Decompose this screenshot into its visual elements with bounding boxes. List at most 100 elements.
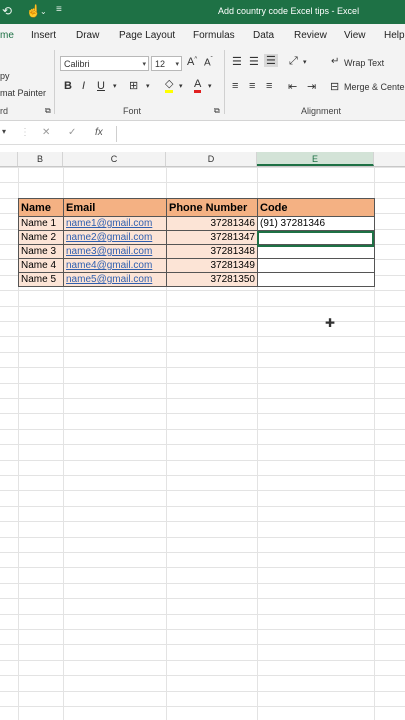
align-center-icon[interactable]: ≡ — [249, 80, 255, 92]
align-middle-icon[interactable]: ☰ — [249, 55, 259, 68]
underline-icon[interactable]: U — [97, 80, 105, 92]
font-name-value: Calibri — [64, 59, 90, 69]
name-cell[interactable]: Name 2 — [18, 230, 64, 245]
email-link[interactable]: name2@gmail.com — [63, 230, 167, 245]
phone-cell[interactable]: 37281349 — [166, 258, 258, 273]
font-group-label: Font — [123, 106, 142, 116]
increase-indent-icon[interactable]: ⇥ — [307, 80, 316, 93]
tab-page-layout[interactable]: Page Layout — [119, 30, 175, 41]
cell-cursor-icon: ✚ — [325, 316, 336, 330]
header-code[interactable]: Code — [257, 198, 375, 217]
gridline-horizontal — [0, 660, 405, 661]
email-link[interactable]: name1@gmail.com — [63, 216, 167, 231]
cancel-icon[interactable]: ✕ — [42, 127, 50, 138]
enter-icon[interactable]: ✓ — [68, 127, 76, 138]
gridline-horizontal — [0, 475, 405, 476]
font-name-select[interactable]: Calibri ▾ — [60, 56, 149, 71]
name-cell[interactable]: Name 4 — [18, 258, 64, 273]
align-bottom-icon[interactable]: ☰ — [264, 54, 278, 67]
title-bar: ⟲ ☝ ⌄ ≡ Add country code Excel tips - Ex… — [0, 0, 405, 24]
gridline-horizontal — [0, 367, 405, 368]
name-cell[interactable]: Name 1 — [18, 216, 64, 231]
tab-insert[interactable]: Insert — [31, 30, 56, 41]
phone-cell[interactable]: 37281347 — [166, 230, 258, 245]
name-cell[interactable]: Name 3 — [18, 244, 64, 259]
clipboard-group-label: rd — [0, 106, 9, 116]
decrease-indent-icon[interactable]: ⇤ — [288, 80, 297, 93]
tab-data[interactable]: Data — [253, 30, 274, 41]
align-top-icon[interactable]: ☰ — [232, 55, 242, 68]
tab-draw[interactable]: Draw — [76, 30, 99, 41]
align-left-icon[interactable]: ≡ — [232, 80, 238, 92]
tab-review[interactable]: Review — [294, 30, 327, 41]
chevron-down-icon[interactable]: ▾ — [303, 58, 307, 66]
undo-icon[interactable]: ⟲ — [2, 4, 12, 18]
clipboard-launcher-icon[interactable]: ⧉ — [45, 106, 51, 116]
chevron-down-icon[interactable]: ▾ — [179, 82, 183, 90]
orientation-icon[interactable]: ⤢ — [289, 55, 298, 68]
format-painter-button[interactable]: mat Painter — [0, 88, 46, 98]
customize-quick-access-icon[interactable]: ≡ — [56, 4, 62, 15]
increase-font-size-icon[interactable]: A^ — [187, 56, 197, 68]
column-headers: B C D E — [0, 152, 405, 167]
header-name[interactable]: Name — [18, 198, 64, 217]
header-email[interactable]: Email — [63, 198, 167, 217]
gridline-horizontal — [0, 629, 405, 630]
chevron-down-icon[interactable]: ⌄ — [40, 7, 47, 16]
gridline-horizontal — [0, 537, 405, 538]
font-size-select[interactable]: 12 ▾ — [151, 56, 182, 71]
column-header-d[interactable]: D — [166, 152, 257, 166]
gridline-horizontal — [0, 691, 405, 692]
alignment-group-label: Alignment — [301, 106, 342, 116]
column-header-b[interactable]: B — [18, 152, 63, 166]
code-cell[interactable]: (91) 37281346 — [257, 216, 375, 231]
column-header-f[interactable] — [374, 152, 405, 166]
formula-input[interactable] — [116, 126, 405, 142]
tab-home[interactable]: me — [0, 30, 14, 41]
font-launcher-icon[interactable]: ⧉ — [214, 106, 220, 116]
copy-button[interactable]: py — [0, 71, 10, 81]
divider — [54, 50, 55, 114]
phone-cell[interactable]: 37281346 — [166, 216, 258, 231]
font-color-icon[interactable]: A — [194, 78, 202, 93]
gridline-horizontal — [0, 598, 405, 599]
gridline-horizontal — [0, 506, 405, 507]
tab-help[interactable]: Help — [384, 30, 405, 41]
insert-function-button[interactable]: fx — [95, 127, 103, 138]
fill-color-icon[interactable]: ◇ — [165, 78, 174, 93]
select-all-corner[interactable] — [0, 152, 18, 166]
tab-formulas[interactable]: Formulas — [193, 30, 235, 41]
name-box-dropdown-icon[interactable]: ▾ — [2, 127, 6, 136]
chevron-down-icon[interactable]: ▾ — [208, 82, 212, 90]
gridline-horizontal — [0, 413, 405, 414]
wrap-text-icon[interactable]: ↵ — [331, 56, 339, 67]
window-title: Add country code Excel tips - Excel — [218, 6, 360, 16]
touch-mode-icon[interactable]: ☝ — [26, 4, 41, 18]
email-link[interactable]: name4@gmail.com — [63, 258, 167, 273]
tab-view[interactable]: View — [344, 30, 366, 41]
gridline-horizontal — [0, 290, 405, 291]
code-cell[interactable] — [257, 272, 375, 287]
header-phone[interactable]: Phone Number — [166, 198, 258, 217]
email-link[interactable]: name3@gmail.com — [63, 244, 167, 259]
chevron-down-icon[interactable]: ▾ — [146, 82, 150, 90]
bold-icon[interactable]: B — [64, 80, 72, 92]
borders-icon[interactable]: ⊞ — [129, 79, 138, 92]
align-right-icon[interactable]: ≡ — [266, 80, 272, 92]
italic-icon[interactable]: I — [82, 80, 85, 92]
table-row: Name 4 name4@gmail.com 37281349 — [18, 258, 375, 273]
name-cell[interactable]: Name 5 — [18, 272, 64, 287]
chevron-down-icon[interactable]: ▾ — [113, 82, 117, 90]
phone-cell[interactable]: 37281348 — [166, 244, 258, 259]
column-header-e[interactable]: E — [257, 152, 374, 166]
decrease-font-size-icon[interactable]: Aˇ — [204, 57, 213, 68]
email-link[interactable]: name5@gmail.com — [63, 272, 167, 287]
gridline-horizontal — [0, 521, 405, 522]
code-cell[interactable] — [257, 258, 375, 273]
merge-center-icon[interactable]: ⊟ — [330, 80, 339, 93]
phone-cell[interactable]: 37281350 — [166, 272, 258, 287]
merge-center-button[interactable]: Merge & Cente — [344, 82, 405, 92]
divider-dots-icon: ⋮ — [20, 127, 30, 138]
column-header-c[interactable]: C — [63, 152, 166, 166]
wrap-text-button[interactable]: Wrap Text — [344, 58, 384, 68]
